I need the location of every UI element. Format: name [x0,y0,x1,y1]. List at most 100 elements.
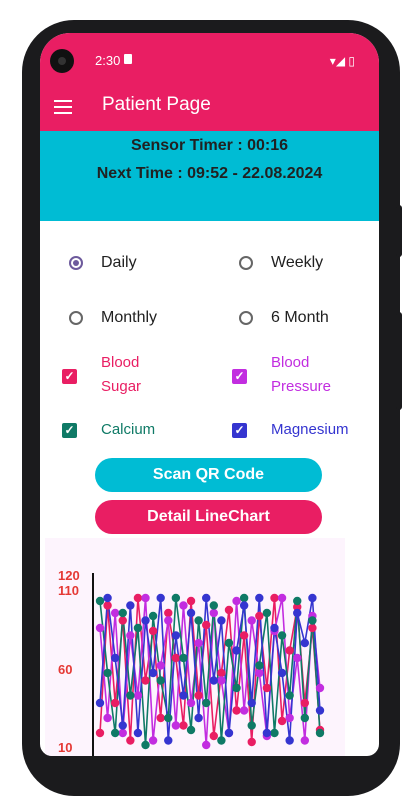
data-point [315,706,325,715]
data-point [285,736,294,745]
data-point [255,593,264,603]
sensor-timer: Sensor Timer : 00:16 [130,137,289,154]
data-point [232,706,241,715]
checkbox-calcium[interactable]: ✓ [62,423,77,438]
data-point [110,653,120,663]
data-point [285,646,294,655]
radio-monthly[interactable]: Monthly [69,306,157,330]
data-point [217,676,226,685]
data-point [217,736,226,745]
data-point [194,691,203,700]
scan-qr-button[interactable]: Scan QR Code [95,458,322,492]
data-point [164,616,173,625]
radio-daily[interactable]: Daily [69,251,137,275]
data-point [179,601,188,610]
data-point [148,736,158,745]
data-point [247,616,256,625]
data-point [293,596,302,606]
radio-label: Weekly [271,254,324,271]
data-point [277,631,287,640]
data-point [262,608,272,618]
data-point [239,631,249,640]
checkbox-blood-sugar[interactable]: ✓ [62,369,77,384]
data-point [103,593,112,603]
data-point [118,728,127,738]
data-point [232,683,241,693]
data-point [293,608,302,618]
radio-6-month[interactable]: 6 Month [239,306,329,330]
radio-label: 6 Month [271,309,329,326]
lock-icon [124,54,132,64]
data-point [270,728,279,738]
data-point [179,653,188,663]
label-magnesium: Magnesium [271,421,349,438]
data-point [300,638,310,648]
data-point [247,698,256,708]
data-point [202,620,211,630]
line-chart: 120 110 60 10 [45,538,345,756]
data-point [209,731,218,741]
detail-linechart-button[interactable]: Detail LineChart [95,500,322,534]
data-point [262,728,272,738]
radio-icon [239,256,253,270]
page-title: Patient Page [102,94,211,115]
data-point [239,593,249,603]
data-point [171,631,181,640]
data-point [126,736,135,745]
menu-icon[interactable] [54,100,72,114]
data-point [141,676,150,685]
data-point [133,593,143,603]
data-point [209,676,218,685]
data-point [186,608,196,618]
data-point [308,593,317,603]
data-point [202,593,211,603]
data-point [110,728,120,738]
timer-panel: Sensor Timer : 00:16 Next Time : 09:52 -… [40,131,379,221]
data-point [217,616,226,625]
data-point [224,605,234,615]
data-point [255,668,264,678]
data-point [118,616,127,625]
data-point [148,626,158,636]
chart-plot [92,573,325,756]
data-point [95,623,105,633]
power-button [396,205,402,257]
data-point [194,713,203,723]
data-point [133,623,143,633]
data-point [110,608,120,618]
data-point [194,616,203,625]
data-point [262,683,272,693]
wifi-signal-battery-icon: ▾◢ ▯ [329,54,355,68]
data-point [141,593,150,603]
data-point [239,601,249,610]
data-point [308,623,317,633]
data-point [232,646,241,655]
data-point [300,698,310,708]
data-point [239,706,249,715]
data-point [103,713,112,723]
data-point [110,698,120,708]
data-point [255,611,264,621]
data-point [164,608,173,618]
data-point [277,716,287,726]
data-point [285,691,294,700]
data-point [133,691,143,700]
status-bar: 2:30 ▾◢ ▯ [40,33,379,83]
radio-weekly[interactable]: Weekly [239,251,323,275]
checkbox-blood-pressure[interactable]: ✓ [232,369,247,384]
data-point [133,728,143,738]
data-point [156,593,165,603]
data-point [202,698,211,708]
data-point [255,661,264,670]
checkbox-magnesium[interactable]: ✓ [232,423,247,438]
label-blood-pressure: Blood Pressure [271,354,332,395]
data-point [141,616,150,625]
data-point [179,691,188,700]
data-point [156,713,165,723]
data-point [247,737,256,747]
label-calcium: Calcium [101,421,156,438]
data-point [171,653,181,663]
data-point [141,740,150,750]
data-point [95,698,105,708]
data-point [247,721,256,730]
